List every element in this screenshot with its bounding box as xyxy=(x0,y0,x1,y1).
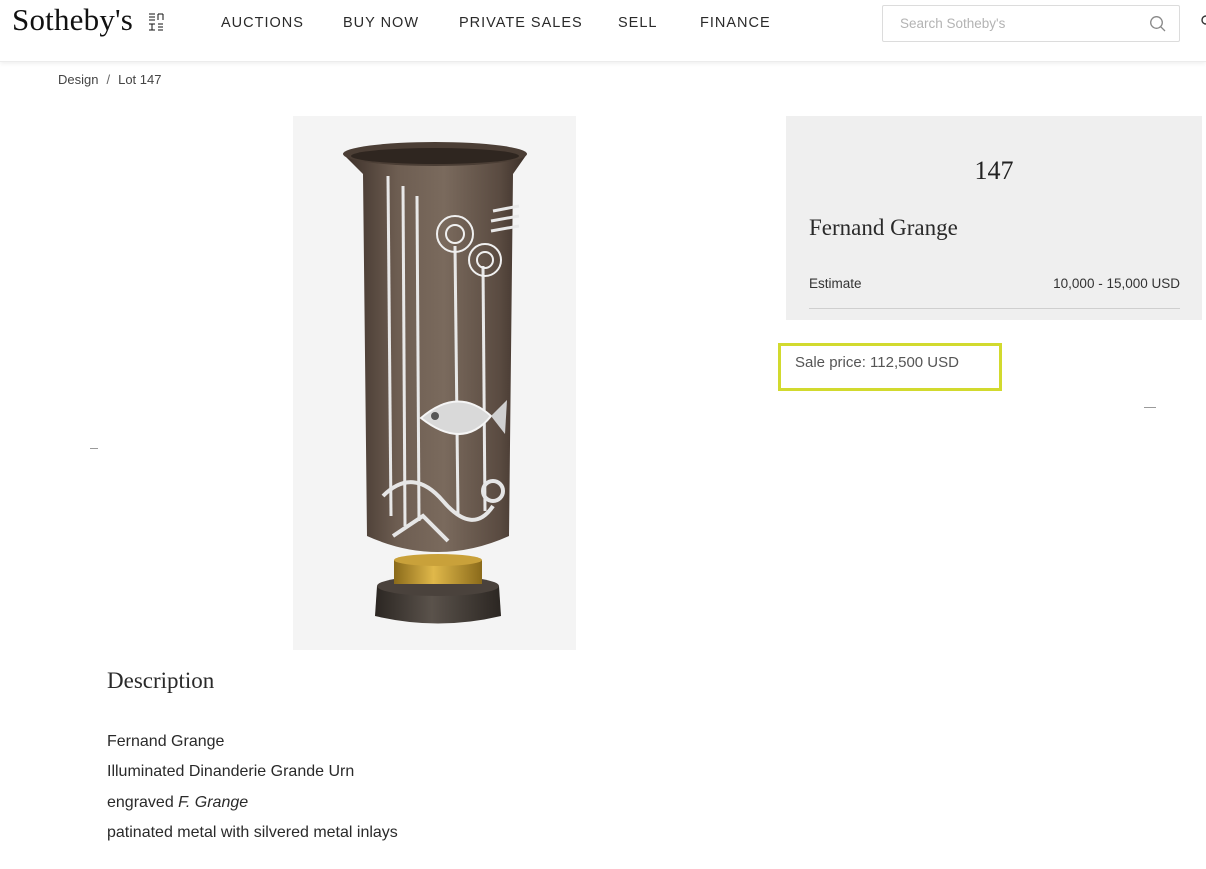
description-line-signature: engraved F. Grange xyxy=(107,794,248,812)
nav-finance[interactable]: FINANCE xyxy=(700,15,771,31)
nav-buy-now[interactable]: BUY NOW xyxy=(343,15,419,31)
sothebys-logo[interactable]: Sotheby's xyxy=(12,2,133,38)
nav-auctions[interactable]: AUCTIONS xyxy=(221,15,304,31)
breadcrumb-separator: / xyxy=(106,72,111,87)
breadcrumb: Design / Lot 147 xyxy=(58,72,161,87)
estimate-value: 10,000 - 15,000 USD xyxy=(1053,276,1180,291)
lot-info-card: 147 Fernand Grange Estimate 10,000 - 15,… xyxy=(786,116,1202,320)
lot-number: 147 xyxy=(974,156,1014,185)
site-header: Sotheby's AUCTIONS BUY NOW PRIVATE SALES… xyxy=(0,0,1206,62)
description-line-material: patinated metal with silvered metal inla… xyxy=(107,824,398,841)
lot-image[interactable] xyxy=(293,116,576,650)
divider xyxy=(90,448,98,449)
description-title: Description xyxy=(107,668,215,693)
sale-price: Sale price: 112,500 USD xyxy=(795,354,959,371)
description-engraved-text: engraved xyxy=(107,794,179,811)
divider xyxy=(809,308,1180,309)
search-icon[interactable] xyxy=(1149,15,1167,33)
breadcrumb-lot[interactable]: Lot 147 xyxy=(118,72,161,87)
description-line-artist: Fernand Grange xyxy=(107,733,225,750)
search-box xyxy=(882,5,1180,42)
logo-est-mark xyxy=(147,12,165,34)
lot-artist: Fernand Grange xyxy=(809,215,958,240)
est-1744-mark xyxy=(149,13,164,31)
nav-private-sales[interactable]: PRIVATE SALES xyxy=(459,15,583,31)
search-input[interactable] xyxy=(883,6,1143,41)
divider xyxy=(1144,407,1156,408)
urn-image xyxy=(293,116,576,650)
breadcrumb-design[interactable]: Design xyxy=(58,72,98,87)
description-signature-italic: F. Grange xyxy=(178,794,249,811)
user-icon[interactable] xyxy=(1198,14,1206,30)
estimate-label: Estimate xyxy=(809,276,862,291)
description-line-title: Illuminated Dinanderie Grande Urn xyxy=(107,763,355,780)
nav-sell[interactable]: SELL xyxy=(618,15,657,31)
